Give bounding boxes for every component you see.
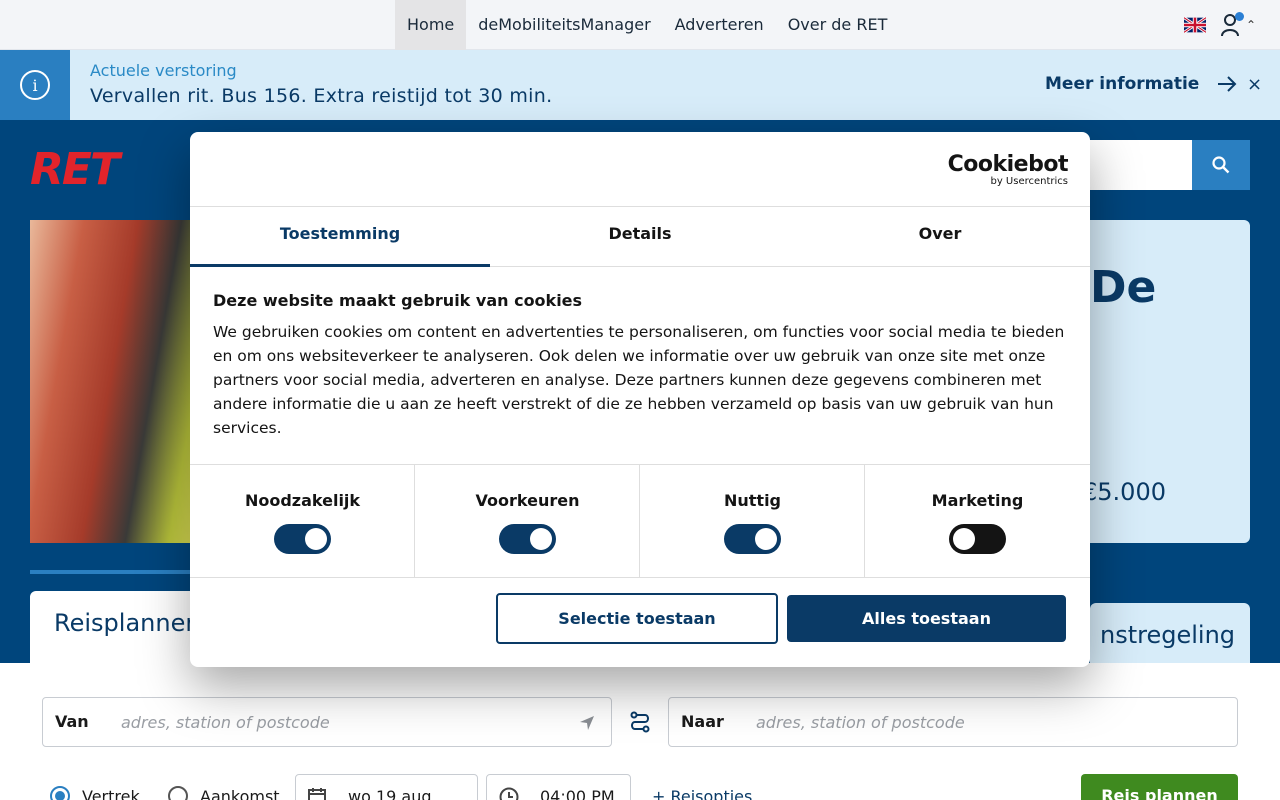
tab-details[interactable]: Details xyxy=(490,207,790,267)
category-name: Noodzakelijk xyxy=(244,491,361,510)
cookie-consent-dialog: Cookiebot by Usercentrics Toestemming De… xyxy=(190,132,1090,667)
cookiebot-logo: Cookiebot by Usercentrics xyxy=(947,152,1069,188)
category-nuttig: Nuttig xyxy=(640,465,865,577)
cookiebot-brand-sub: by Usercentrics xyxy=(990,176,1068,187)
category-noodzakelijk: Noodzakelijk xyxy=(190,465,415,577)
cookie-tabs: Toestemming Details Over xyxy=(190,207,1090,267)
category-name: Voorkeuren xyxy=(475,491,580,510)
category-name: Nuttig xyxy=(723,491,781,510)
toggle-noodzakelijk[interactable] xyxy=(274,524,331,554)
cookie-heading: Deze website maakt gebruik van cookies xyxy=(213,291,583,310)
allow-selection-button[interactable]: Selectie toestaan xyxy=(496,593,778,644)
cookie-body: Deze website maakt gebruik van cookies W… xyxy=(213,291,1073,440)
cookie-description: We gebruiken cookies om content en adver… xyxy=(213,323,1065,437)
cookiebot-brand: Cookiebot xyxy=(947,152,1069,177)
category-name: Marketing xyxy=(931,491,1024,510)
tab-over[interactable]: Over xyxy=(790,207,1090,267)
toggle-marketing[interactable] xyxy=(949,524,1006,554)
toggle-nuttig[interactable] xyxy=(724,524,781,554)
cookie-dialog-header: Cookiebot by Usercentrics xyxy=(190,132,1090,207)
tab-toestemming[interactable]: Toestemming xyxy=(190,207,490,267)
cookie-categories: Noodzakelijk Voorkeuren Nuttig Marketing xyxy=(190,464,1090,578)
toggle-voorkeuren[interactable] xyxy=(499,524,556,554)
allow-all-button[interactable]: Alles toestaan xyxy=(787,595,1066,642)
category-voorkeuren: Voorkeuren xyxy=(415,465,640,577)
category-marketing: Marketing xyxy=(865,465,1090,577)
